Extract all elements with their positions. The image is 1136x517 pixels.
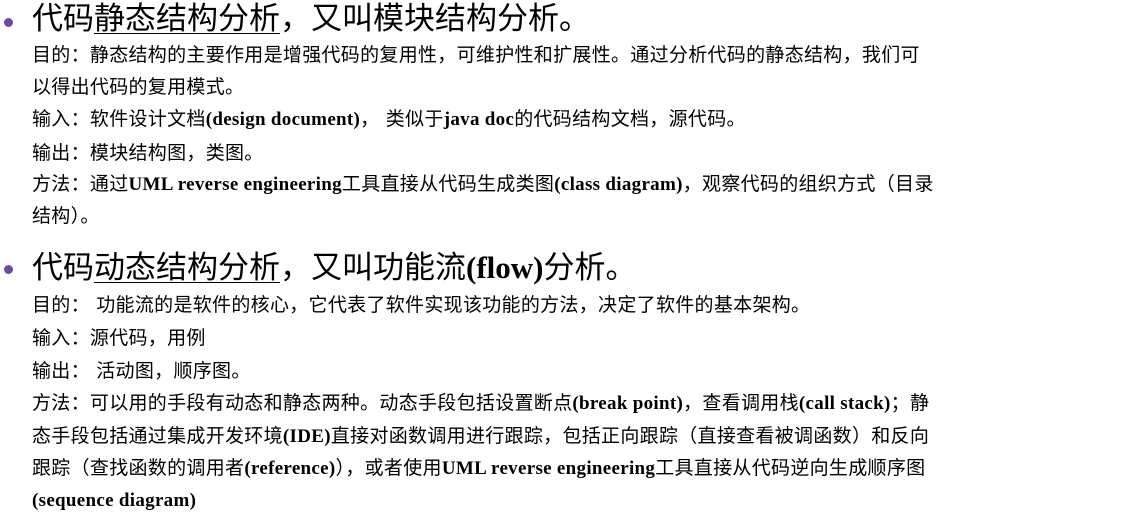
- method-text: (call stack): [798, 393, 891, 414]
- method-text: 工具直接从代码逆向生成顺序图: [655, 457, 926, 479]
- method-text: UML reverse engineering: [128, 174, 342, 195]
- bullet-icon: [4, 265, 13, 274]
- method-text: 结构）。: [32, 205, 100, 227]
- heading-underlined-text: 静态结构分析: [94, 1, 280, 37]
- input-text: ， 类似于: [360, 108, 444, 130]
- purpose-text: 以得出代码的复用模式。: [32, 76, 245, 98]
- section1-input: 输入：软件设计文档(design document)， 类似于java doc的…: [32, 103, 1118, 136]
- method-text: (reference): [244, 458, 336, 479]
- heading-underlined-text: 动态结构分析: [94, 250, 280, 286]
- heading-text: (flow): [466, 250, 544, 285]
- section2-heading: 代码动态结构分析，又叫功能流(flow)分析。: [32, 249, 636, 287]
- section2-purpose: 目的： 功能流的是软件的核心，它代表了软件实现该功能的方法，决定了软件的基本架构…: [32, 289, 1118, 321]
- section2-method-line4: (sequence diagram): [32, 484, 1118, 517]
- section2-method-line2: 态手段包括通过集成开发环境(IDE)直接对函数调用进行跟踪，包括正向跟踪（直接查…: [32, 420, 1118, 453]
- purpose-text: 目的：静态结构的主要作用是增强代码的复用性，可维护性和扩展性。通过分析代码的静态…: [32, 44, 920, 66]
- heading-text: 代码: [32, 250, 94, 286]
- output-text: 输出：模块结构图，类图。: [32, 142, 264, 164]
- method-text: 方法：可以用的手段有动态和静态两种。动态手段包括设置断点: [32, 392, 573, 414]
- heading-text: 代码: [32, 1, 94, 37]
- input-text: (design document): [205, 109, 361, 130]
- section1-purpose-line1: 目的：静态结构的主要作用是增强代码的复用性，可维护性和扩展性。通过分析代码的静态…: [32, 39, 1118, 71]
- method-text: UML reverse engineering: [441, 458, 656, 479]
- section2-output: 输出： 活动图，顺序图。: [32, 355, 1118, 387]
- method-text: 态手段包括通过集成开发环境: [32, 425, 283, 447]
- section1-purpose-line2: 以得出代码的复用模式。: [32, 71, 1118, 103]
- method-text: ；静: [890, 392, 930, 414]
- bullet-icon: [4, 18, 13, 27]
- method-text: 跟踪（查找函数的调用者: [32, 457, 245, 479]
- input-text: 输入：软件设计文档: [32, 108, 206, 130]
- input-text: 的代码结构文档，源代码。: [514, 108, 746, 130]
- method-text: ，观察代码的组织方式（目录: [682, 173, 934, 195]
- input-text: java doc: [443, 109, 515, 130]
- method-text: (break point): [572, 393, 684, 414]
- purpose-text: 目的： 功能流的是软件的核心，它代表了软件实现该功能的方法，决定了软件的基本架构…: [32, 294, 811, 316]
- method-text: ），或者使用: [335, 457, 442, 479]
- method-text: 直接对函数调用进行跟踪，包括正向跟踪（直接查看被调函数）和反向: [330, 425, 930, 447]
- section2-method-line1: 方法：可以用的手段有动态和静态两种。动态手段包括设置断点(break point…: [32, 387, 1118, 420]
- output-text: 输出： 活动图，顺序图。: [32, 360, 251, 382]
- heading-text: ，又叫功能流: [280, 250, 466, 286]
- method-text: ，查看调用栈: [683, 392, 799, 414]
- method-text: (sequence diagram): [32, 490, 197, 511]
- heading-text: 分析。: [543, 250, 637, 286]
- method-text: (class diagram): [554, 174, 683, 195]
- section1-method-line2: 结构）。: [32, 200, 1118, 232]
- section1-output: 输出：模块结构图，类图。: [32, 137, 1118, 169]
- method-text: (IDE): [282, 426, 331, 447]
- section2-method-line3: 跟踪（查找函数的调用者(reference)），或者使用UML reverse …: [32, 452, 1118, 485]
- heading-text: ，又叫模块结构分析。: [280, 1, 590, 37]
- method-text: 工具直接从代码生成类图: [341, 173, 555, 195]
- method-text: 方法：通过: [32, 173, 129, 195]
- section2-input: 输入：源代码，用例: [32, 322, 1118, 354]
- section1-method-line1: 方法：通过UML reverse engineering工具直接从代码生成类图(…: [32, 168, 1118, 201]
- input-text: 输入：源代码，用例: [32, 327, 206, 349]
- section1-heading: 代码静态结构分析，又叫模块结构分析。: [32, 0, 590, 38]
